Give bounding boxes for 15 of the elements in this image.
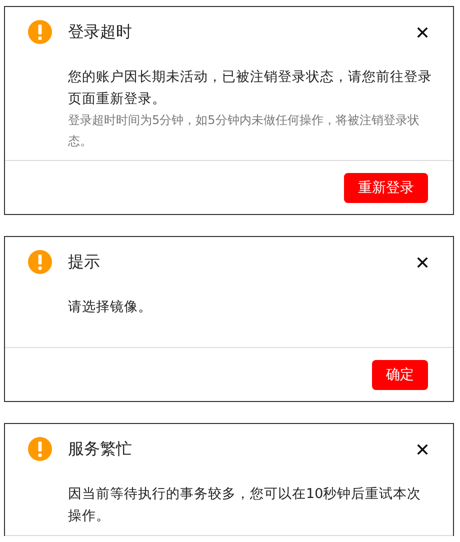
primary-button[interactable]: 重新登录 xyxy=(344,173,428,203)
warning-icon xyxy=(28,250,52,274)
dialog-title: 登录超时 xyxy=(68,22,133,42)
primary-button[interactable]: 确定 xyxy=(372,360,428,390)
dialog-message: 请选择镜像。 xyxy=(68,298,153,317)
dialog-title: 服务繁忙 xyxy=(68,438,133,460)
dialog-message: 因当前等待执行的事务较多，您可以在10秒钟后重试本次操作。 xyxy=(68,485,422,526)
close-icon[interactable] xyxy=(416,26,429,38)
dialog-note: 登录超时时间为5分钟，如5分钟内未做任何操作，将被注销登录状态。 xyxy=(68,112,420,150)
close-icon[interactable] xyxy=(416,256,429,268)
dialog-title: 提示 xyxy=(68,252,101,272)
warning-icon xyxy=(28,20,52,44)
close-icon[interactable] xyxy=(416,442,429,456)
warning-icon xyxy=(28,437,52,461)
dialog-message: 您的账户因长期未活动，已被注销登录状态，请您前往登录页面重新登录。 xyxy=(68,68,433,109)
